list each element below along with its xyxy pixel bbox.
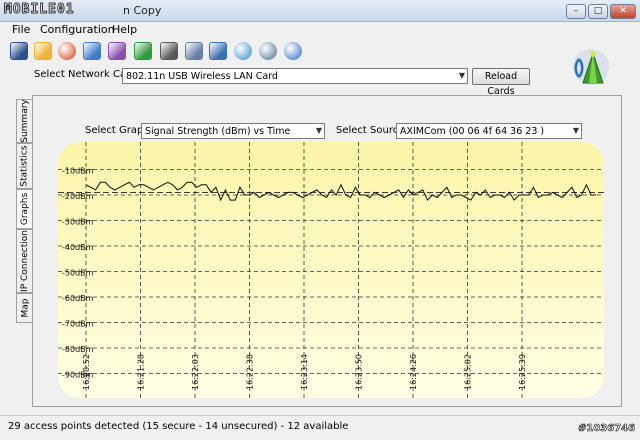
menu-help[interactable]: Help bbox=[112, 23, 137, 36]
status-bar: 29 access points detected (15 secure - 1… bbox=[0, 415, 640, 440]
select-graph-value: Signal Strength (dBm) vs Time bbox=[145, 126, 291, 137]
select-source-dropdown[interactable]: AXIMCom (00 06 4f 64 36 23 ) ▼ bbox=[396, 123, 582, 139]
chevron-down-icon: ▼ bbox=[572, 126, 579, 135]
x-tick-label: 16:23:50 bbox=[355, 354, 364, 390]
select-graph-label: Select Graph bbox=[85, 125, 150, 136]
x-tick-label: 16:20:52 bbox=[82, 354, 91, 390]
status-text: 29 access points detected (15 secure - 1… bbox=[8, 421, 349, 432]
y-tick-label: -10dBm bbox=[62, 167, 94, 176]
tab-ip-connection[interactable]: IP Connection bbox=[16, 229, 33, 293]
network-card-row: Select Network Card 802.11n USB Wireless… bbox=[0, 67, 640, 97]
reload-cards-button[interactable]: Reload Cards bbox=[472, 68, 530, 97]
support-icon[interactable] bbox=[259, 42, 277, 60]
x-tick-label: 16:24:26 bbox=[409, 354, 418, 390]
network-purple-icon[interactable] bbox=[108, 42, 126, 60]
vertical-tabs: Summary Statistics Graphs IP Connection … bbox=[16, 95, 33, 407]
x-tick-label: 16:22:38 bbox=[246, 354, 255, 390]
select-source-label: Select Source bbox=[336, 125, 405, 136]
signal-series-line bbox=[85, 181, 596, 202]
network-icon[interactable] bbox=[83, 42, 101, 60]
y-tick-label: -70dBm bbox=[62, 320, 94, 329]
watermark: #1036746 bbox=[578, 423, 636, 435]
menu-configuration[interactable]: Configuration bbox=[40, 23, 115, 36]
window-title: n Copy bbox=[123, 4, 162, 17]
x-tick-label: 16:22:03 bbox=[191, 354, 200, 390]
chevron-down-icon: ▼ bbox=[458, 71, 465, 80]
help-icon[interactable] bbox=[284, 42, 302, 60]
title-bar: MOBILE01 n Copy – □ ✕ bbox=[0, 0, 640, 22]
tab-statistics[interactable]: Statistics bbox=[16, 143, 33, 189]
save-icon[interactable] bbox=[10, 42, 28, 60]
print-preview-icon[interactable] bbox=[185, 42, 203, 60]
network-card-value: 802.11n USB Wireless LAN Card bbox=[126, 71, 278, 82]
toolbar bbox=[0, 39, 640, 65]
y-tick-label: -20dBm bbox=[62, 192, 94, 201]
y-tick-label: -40dBm bbox=[62, 243, 94, 252]
x-tick-label: 16:25:02 bbox=[464, 354, 473, 390]
printer-icon[interactable] bbox=[160, 42, 178, 60]
menu-file[interactable]: File bbox=[12, 23, 30, 36]
minimize-button[interactable]: – bbox=[566, 4, 586, 19]
y-tick-label: -80dBm bbox=[62, 345, 94, 354]
app-logo-text: MOBILE01 bbox=[4, 2, 75, 18]
play-export-icon[interactable] bbox=[134, 42, 152, 60]
x-tick-label: 16:23:14 bbox=[300, 354, 309, 390]
select-graph-dropdown[interactable]: Signal Strength (dBm) vs Time ▼ bbox=[141, 123, 325, 139]
check-icon[interactable] bbox=[209, 42, 227, 60]
x-tick-label: 16:21:28 bbox=[137, 354, 146, 390]
y-tick-label: -30dBm bbox=[62, 218, 94, 227]
select-source-value: AXIMCom (00 06 4f 64 36 23 ) bbox=[400, 126, 545, 137]
tab-graphs[interactable]: Graphs bbox=[16, 189, 33, 229]
close-button[interactable]: ✕ bbox=[610, 4, 636, 19]
graph-selector-row: Select Graph Signal Strength (dBm) vs Ti… bbox=[0, 122, 640, 140]
y-tick-label: -50dBm bbox=[62, 269, 94, 278]
maximize-button[interactable]: □ bbox=[588, 4, 608, 19]
y-tick-label: -60dBm bbox=[62, 294, 94, 303]
menu-bar: File Configuration Help bbox=[0, 22, 640, 38]
select-network-card-label: Select Network Card bbox=[34, 69, 137, 80]
globe-icon[interactable] bbox=[234, 42, 252, 60]
x-tick-label: 16:25:39 bbox=[518, 354, 527, 390]
tab-map[interactable]: Map bbox=[16, 293, 33, 323]
record-icon[interactable] bbox=[58, 42, 76, 60]
signal-strength-chart: -10dBm -20dBm -30dBm -40dBm -50dBm -60dBm -70d… bbox=[58, 142, 604, 398]
chevron-down-icon: ▼ bbox=[315, 126, 322, 135]
wireless-tower-icon bbox=[573, 49, 609, 85]
chart-svg: -10dBm -20dBm -30dBm -40dBm -50dBm -60dBm -70d… bbox=[58, 142, 604, 398]
open-folder-icon[interactable] bbox=[34, 42, 52, 60]
network-card-dropdown[interactable]: 802.11n USB Wireless LAN Card ▼ bbox=[122, 68, 468, 84]
